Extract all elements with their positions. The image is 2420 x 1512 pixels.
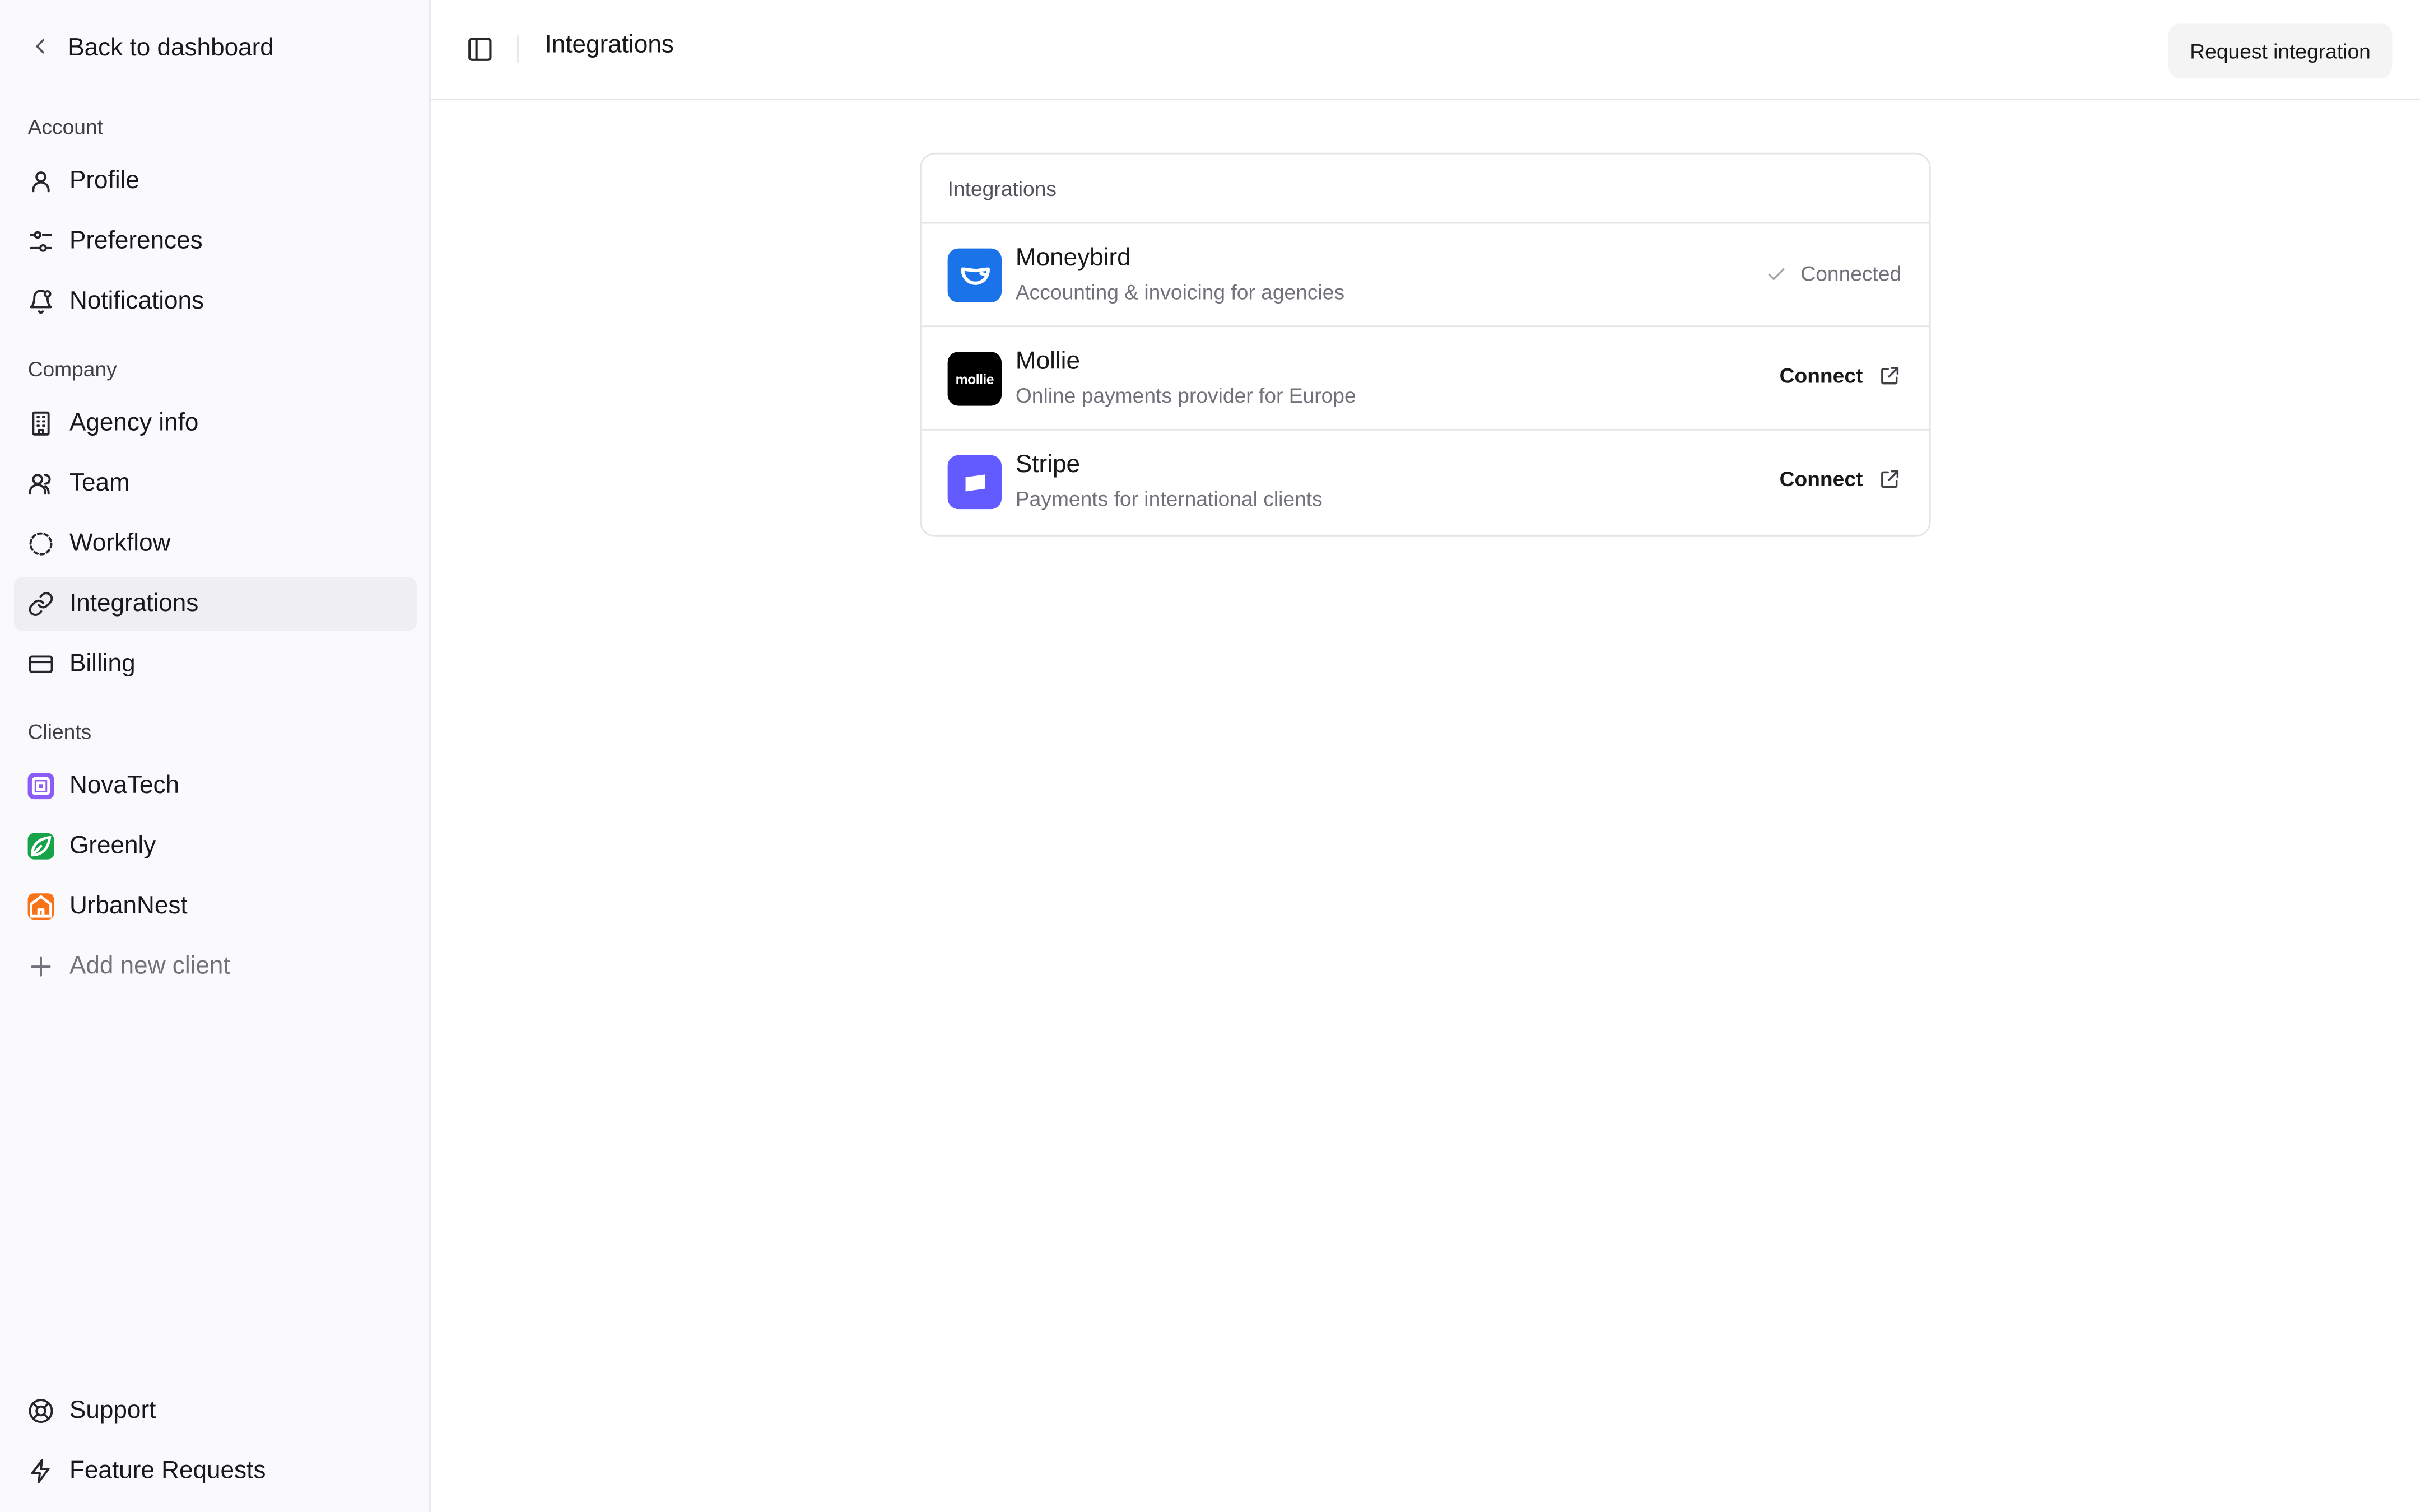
- sidebar-item-agency-info[interactable]: Agency info: [14, 396, 417, 450]
- add-client-label: Add new client: [69, 953, 230, 979]
- external-link-icon: [1881, 367, 1899, 385]
- integrations-card: Integrations Moneybird Accounting & invo…: [920, 152, 1931, 537]
- status-label: Connected: [1800, 262, 1902, 286]
- connect-mollie-button[interactable]: Connect: [1779, 364, 1902, 388]
- top-bar: Integrations Request integration: [430, 0, 2420, 101]
- leaf-icon: [27, 833, 54, 860]
- divider: [516, 35, 519, 63]
- sliders-icon: [28, 228, 54, 255]
- sidebar-toggle-button[interactable]: [466, 35, 494, 63]
- section-label-clients: Clients: [27, 720, 92, 744]
- zap-icon: [28, 1458, 54, 1485]
- credit-card-icon: [28, 651, 54, 678]
- bell-icon: [28, 288, 54, 315]
- sidebar: Back to dashboard Account Profile Prefer…: [0, 0, 431, 1512]
- sidebar-item-label: Billing: [69, 650, 136, 677]
- integration-name: Moneybird: [1015, 245, 1131, 272]
- urbannest-logo-icon: [27, 893, 54, 920]
- check-icon: [1767, 267, 1784, 279]
- add-new-client-button[interactable]: Add new client: [14, 940, 417, 993]
- link-icon: [28, 591, 54, 617]
- sidebar-item-preferences[interactable]: Preferences: [14, 214, 417, 268]
- sidebar-item-label: Workflow: [69, 530, 171, 557]
- chip-icon: [27, 773, 54, 800]
- sidebar-item-profile[interactable]: Profile: [14, 155, 417, 208]
- integration-row-stripe: Stripe Payments for international client…: [922, 431, 1929, 534]
- sidebar-item-feature-requests[interactable]: Feature Requests: [14, 1444, 417, 1498]
- sidebar-item-label: Preferences: [69, 227, 203, 254]
- lifebuoy-icon: [28, 1398, 54, 1424]
- external-link-icon: [1881, 470, 1899, 488]
- mollie-logo-icon: mollie: [947, 352, 1002, 406]
- home-icon: [27, 893, 54, 920]
- users-icon: [28, 470, 54, 497]
- section-label-account: Account: [27, 115, 103, 139]
- card-title: Integrations: [921, 155, 1929, 224]
- sidebar-item-support[interactable]: Support: [14, 1384, 417, 1438]
- plus-icon: [28, 954, 54, 980]
- novatech-logo-icon: [27, 773, 54, 800]
- sidebar-item-billing[interactable]: Billing: [14, 637, 417, 691]
- stripe-logo-icon: [947, 455, 1002, 510]
- sidebar-item-label: Profile: [69, 167, 139, 194]
- sidebar-item-label: Agency info: [69, 409, 199, 436]
- sidebar-item-label: Greenly: [69, 832, 156, 859]
- sidebar-item-label: NovaTech: [69, 772, 180, 799]
- moneybird-logo-icon: [947, 248, 1002, 302]
- panel-left-icon: [468, 38, 492, 61]
- sidebar-item-label: Notifications: [69, 287, 204, 314]
- greenly-logo-icon: [27, 833, 54, 860]
- page-title: Integrations: [544, 32, 674, 59]
- connect-label: Connect: [1779, 467, 1863, 491]
- back-label: Back to dashboard: [68, 35, 274, 62]
- sidebar-item-team[interactable]: Team: [14, 457, 417, 511]
- integration-name: Stripe: [1015, 452, 1081, 479]
- sidebar-item-label: Integrations: [69, 590, 199, 617]
- sidebar-item-client-greenly[interactable]: Greenly: [14, 819, 417, 873]
- sidebar-item-label: Feature Requests: [69, 1457, 266, 1484]
- integration-description: Online payments provider for Europe: [1015, 384, 1356, 408]
- integration-name: Mollie: [1015, 348, 1081, 375]
- request-integration-button[interactable]: Request integration: [2168, 23, 2393, 79]
- sidebar-item-label: Support: [69, 1397, 156, 1424]
- dashed-circle-icon: [28, 531, 54, 557]
- building-icon: [28, 410, 54, 437]
- sidebar-item-workflow[interactable]: Workflow: [14, 517, 417, 571]
- chevron-left-icon: [28, 33, 53, 66]
- sidebar-item-label: Team: [69, 469, 130, 496]
- connect-stripe-button[interactable]: Connect: [1780, 468, 1902, 491]
- connected-status: Connected: [1765, 262, 1902, 286]
- user-icon: [28, 168, 54, 194]
- sidebar-item-notifications[interactable]: Notifications: [14, 274, 417, 328]
- sidebar-item-client-novatech[interactable]: NovaTech: [14, 759, 417, 813]
- integration-description: Accounting & invoicing for agencies: [1015, 281, 1345, 304]
- back-to-dashboard-link[interactable]: Back to dashboard: [28, 31, 274, 68]
- integration-row-moneybird: Moneybird Accounting & invoicing for age…: [921, 223, 1929, 328]
- integration-row-mollie: mollie Mollie Online payments provider f…: [921, 327, 1929, 431]
- sidebar-item-integrations[interactable]: Integrations: [13, 577, 417, 631]
- section-label-company: Company: [27, 358, 117, 381]
- sidebar-item-label: UrbanNest: [69, 892, 188, 919]
- connect-label: Connect: [1779, 364, 1863, 388]
- sidebar-item-client-urbannest[interactable]: UrbanNest: [14, 879, 417, 933]
- integration-description: Payments for international clients: [1015, 487, 1323, 511]
